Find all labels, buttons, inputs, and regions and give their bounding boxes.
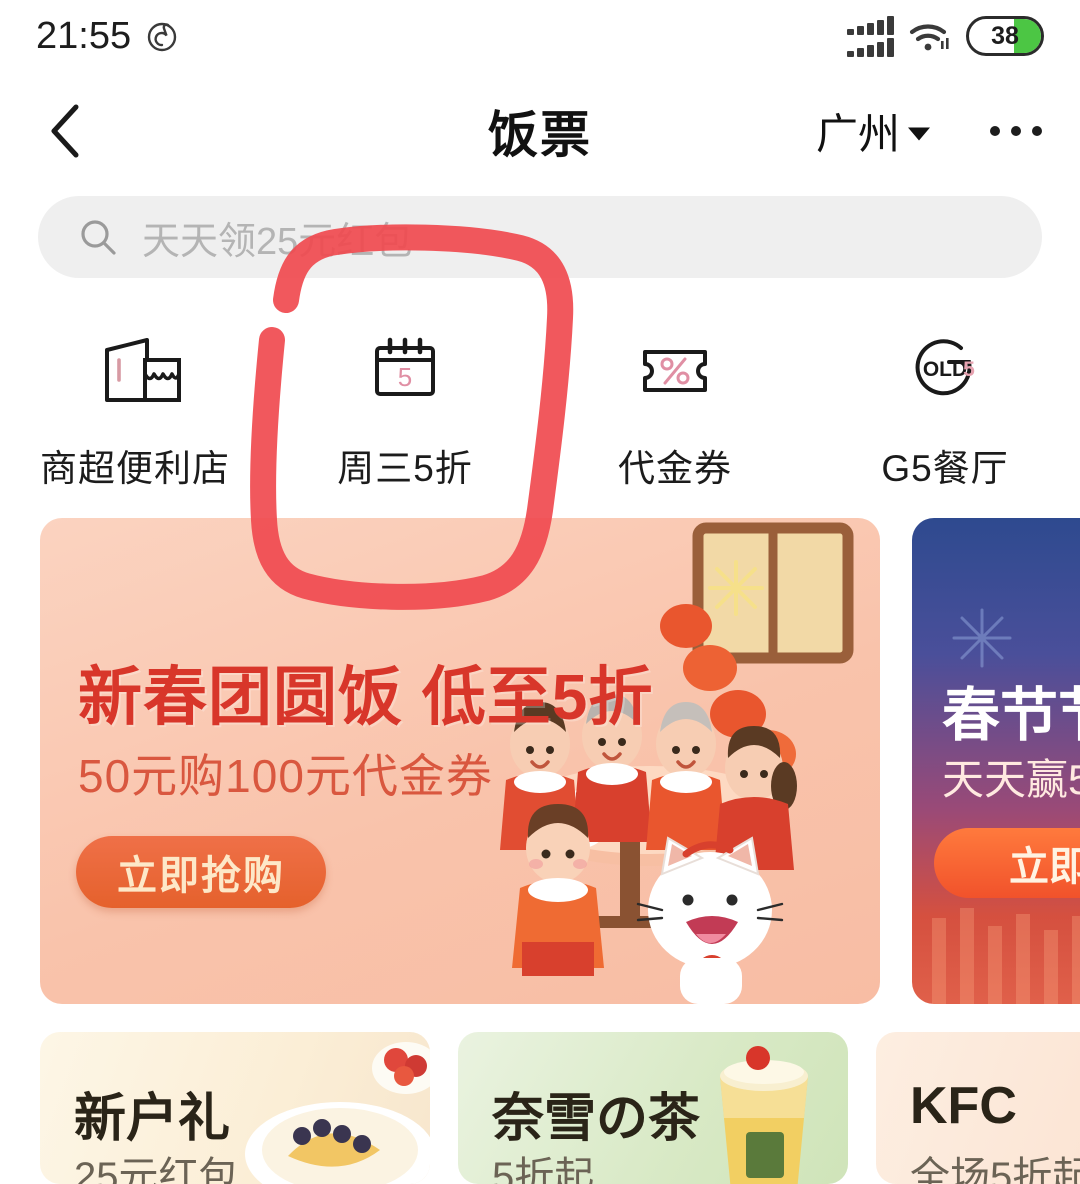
banner-carousel: 新春团圆饭 低至5折 50元购100元代金券 立即抢购 春节 天天赢5 立即	[0, 518, 1080, 1004]
banner-cta-label: 立即参	[1009, 845, 1080, 889]
banner-cta-button[interactable]: 立即抢购	[76, 836, 326, 908]
nav-item-convenience-store[interactable]: 商超便利店	[0, 300, 270, 512]
nav-item-voucher[interactable]: 代金券	[540, 300, 810, 512]
nav-item-label: 周三5折	[337, 448, 473, 489]
netease-music-icon	[147, 22, 177, 52]
promo-card-subtitle: 全场5折起	[910, 1155, 1080, 1184]
promo-card-naixue-tea[interactable]: 奈雪の茶 5折起	[458, 1032, 848, 1184]
battery-percent: 38	[991, 22, 1019, 50]
calendar-5-icon: 5	[359, 326, 451, 412]
svg-text:OLD: OLD	[923, 358, 967, 381]
search-icon	[81, 220, 116, 255]
banner-card-spring-festival-event[interactable]: 春节节 天天赢5 立即参	[912, 518, 1080, 1004]
back-chevron-icon[interactable]	[42, 101, 90, 161]
dessert-plate-photo	[245, 1042, 430, 1184]
city-name: 广州	[815, 110, 900, 158]
coupon-percent-icon	[629, 326, 721, 412]
nav-item-label: 商超便利店	[40, 448, 230, 489]
svg-text:5: 5	[963, 358, 975, 381]
family-reunion-dinner-illustration	[500, 522, 854, 1004]
store-shop-icon	[89, 326, 181, 412]
g5-circle-badge-icon: OLD 5	[899, 326, 991, 412]
banner-subtitle: 50元购100元代金券	[78, 750, 493, 802]
promo-card-title: 奈雪の茶	[492, 1090, 701, 1148]
caret-down-icon	[908, 127, 930, 141]
banner-cta-label: 立即抢购	[117, 854, 285, 898]
phone-screen: 21:55 38 饭票 广州 天天领25元红包 商超便利店 5 周三5折 代金券…	[0, 0, 1080, 1184]
battery-indicator: 38	[966, 16, 1044, 56]
banner-title: 新春团圆饭 低至5折	[78, 661, 654, 733]
promo-card-subtitle: 5折起	[492, 1155, 595, 1184]
nav-item-label: G5餐厅	[881, 448, 1009, 489]
search-input-placeholder[interactable]: 天天领25元红包	[142, 210, 412, 265]
promo-card-subtitle: 25元红包	[74, 1155, 239, 1184]
promo-card-title: 新户礼	[74, 1090, 231, 1148]
banner-card-spring-festival-dinner[interactable]: 新春团圆饭 低至5折 50元购100元代金券 立即抢购	[40, 518, 880, 1004]
status-time: 21:55	[36, 14, 132, 57]
svg-text:5: 5	[398, 362, 412, 392]
promo-card-row: 新户礼 25元红包 奈雪の茶 5折起 KFC 全场5折起	[0, 1032, 1080, 1184]
promo-card-title: KFC	[910, 1077, 1017, 1135]
search-bar[interactable]: 天天领25元红包	[38, 196, 1042, 278]
page-title: 饭票	[488, 107, 592, 163]
banner-title: 春节节	[942, 683, 1080, 748]
quick-nav-grid: 商超便利店 5 周三5折 代金券 OLD 5 G5餐厅	[0, 300, 1080, 512]
nav-item-g5-restaurant[interactable]: OLD 5 G5餐厅	[810, 300, 1080, 512]
more-dots-icon[interactable]	[990, 126, 1042, 136]
wifi-icon	[909, 24, 949, 51]
nav-item-wednesday-half-off[interactable]: 5 周三5折	[270, 300, 540, 512]
status-bar-left: 21:55	[36, 15, 179, 58]
banner-subtitle: 天天赢5	[942, 756, 1080, 803]
promo-card-new-user-gift[interactable]: 新户礼 25元红包	[40, 1032, 430, 1184]
banner-cta-button[interactable]: 立即参	[934, 828, 1080, 898]
nav-item-label: 代金券	[618, 448, 732, 489]
status-bar: 21:55 38	[0, 0, 1080, 72]
page-header: 饭票 广州	[0, 72, 1080, 190]
dual-signal-bars-icon	[847, 15, 894, 57]
city-selector[interactable]: 广州	[816, 101, 930, 162]
promo-card-kfc[interactable]: KFC 全场5折起	[876, 1032, 1080, 1184]
status-bar-right: 38	[847, 15, 1044, 57]
